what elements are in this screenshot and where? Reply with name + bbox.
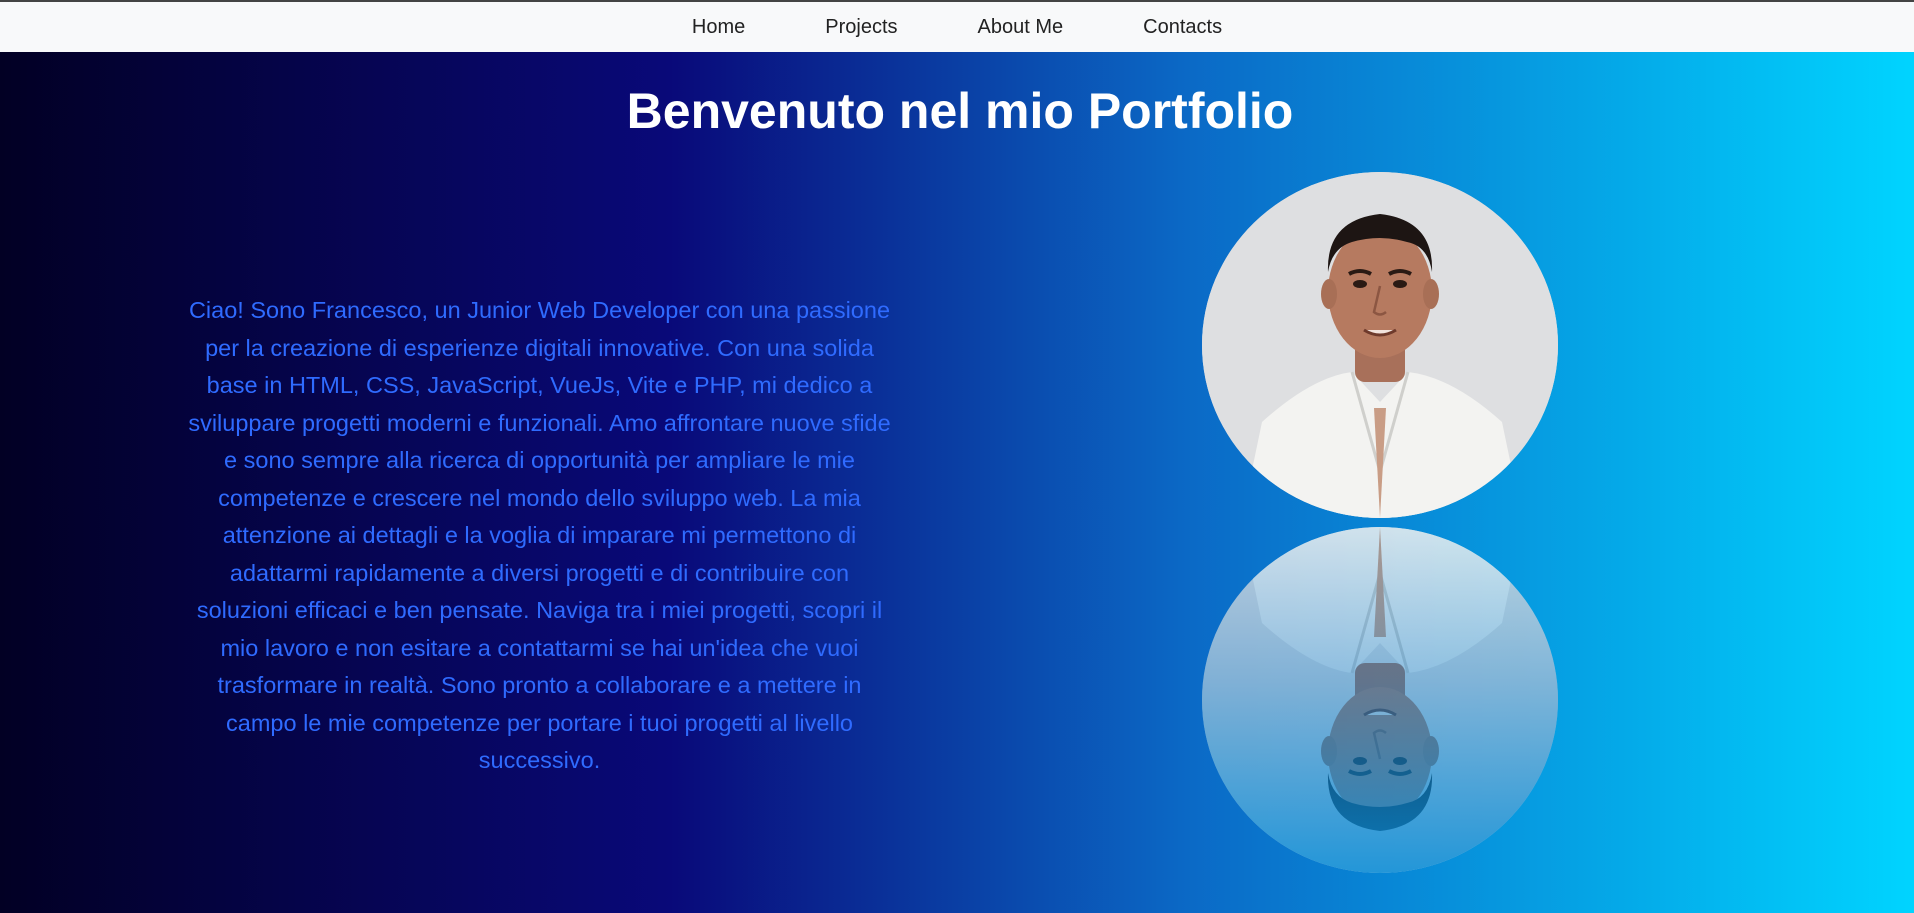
portrait-illustration [1202, 172, 1558, 518]
hero-section: Benvenuto nel mio Portfolio Ciao! Sono F… [0, 52, 1914, 913]
nav-link-projects[interactable]: Projects [825, 16, 897, 39]
intro-paragraph: Ciao! Sono Francesco, un Junior Web Deve… [188, 297, 891, 773]
nav-link-about-me[interactable]: About Me [978, 16, 1064, 39]
nav-link-home[interactable]: Home [692, 16, 745, 39]
page-title: Benvenuto nel mio Portfolio [626, 83, 1294, 139]
nav-link-contacts[interactable]: Contacts [1143, 16, 1222, 39]
profile-photo [1202, 172, 1558, 518]
top-navbar: Home Projects About Me Contacts [0, 0, 1914, 52]
portrait-reflection-illustration [1202, 527, 1558, 873]
profile-photo-reflection [1202, 527, 1558, 873]
profile-photo-container [1202, 172, 1558, 518]
